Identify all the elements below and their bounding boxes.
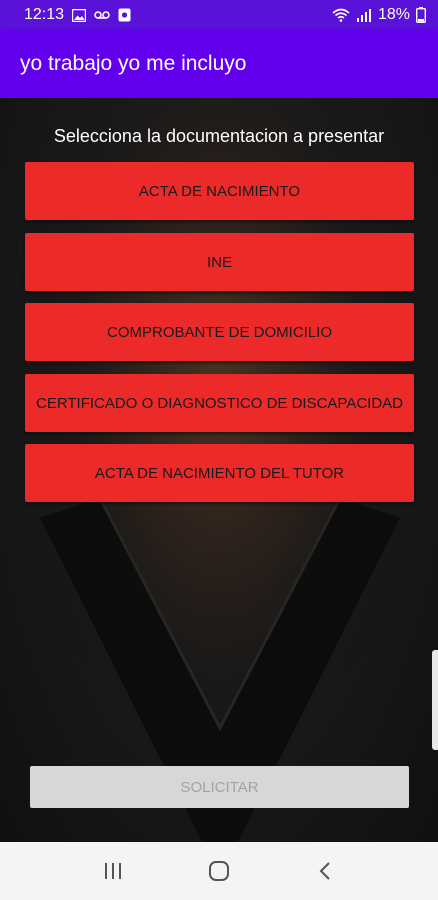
app-title: yo trabajo yo me incluyo (20, 52, 247, 75)
image-icon (72, 8, 87, 22)
comprobante-domicilio-button[interactable]: COMPROBANTE DE DOMICILIO (25, 303, 414, 361)
voicemail-icon (94, 10, 110, 20)
back-icon[interactable] (295, 851, 355, 891)
navigation-bar (0, 842, 438, 900)
acta-nacimiento-button[interactable]: ACTA DE NACIMIENTO (25, 162, 414, 220)
app-bar: yo trabajo yo me incluyo (0, 30, 438, 98)
app-notification-icon (118, 8, 131, 22)
scroll-handle[interactable] (432, 650, 438, 750)
recent-apps-icon[interactable] (83, 851, 143, 891)
acta-nacimiento-tutor-button[interactable]: ACTA DE NACIMIENTO DEL TUTOR (25, 444, 414, 502)
home-icon[interactable] (189, 851, 249, 891)
ine-button[interactable]: INE (25, 233, 414, 291)
solicitar-button[interactable]: SOLICITAR (30, 766, 409, 808)
status-bar: 12:13 18% (0, 0, 438, 30)
document-prompt: Selecciona la documentacion a presentar (53, 126, 385, 146)
signal-icon (356, 8, 372, 22)
battery-icon (416, 7, 426, 23)
battery-percent: 18% (377, 6, 410, 23)
certificado-discapacidad-button[interactable]: CERTIFICADO O DIAGNOSTICO DE DISCAPACIDA… (25, 374, 414, 432)
main-content: Selecciona la documentacion a presentar … (0, 98, 438, 842)
status-time: 12:13 (24, 6, 65, 23)
wifi-icon (332, 8, 350, 22)
